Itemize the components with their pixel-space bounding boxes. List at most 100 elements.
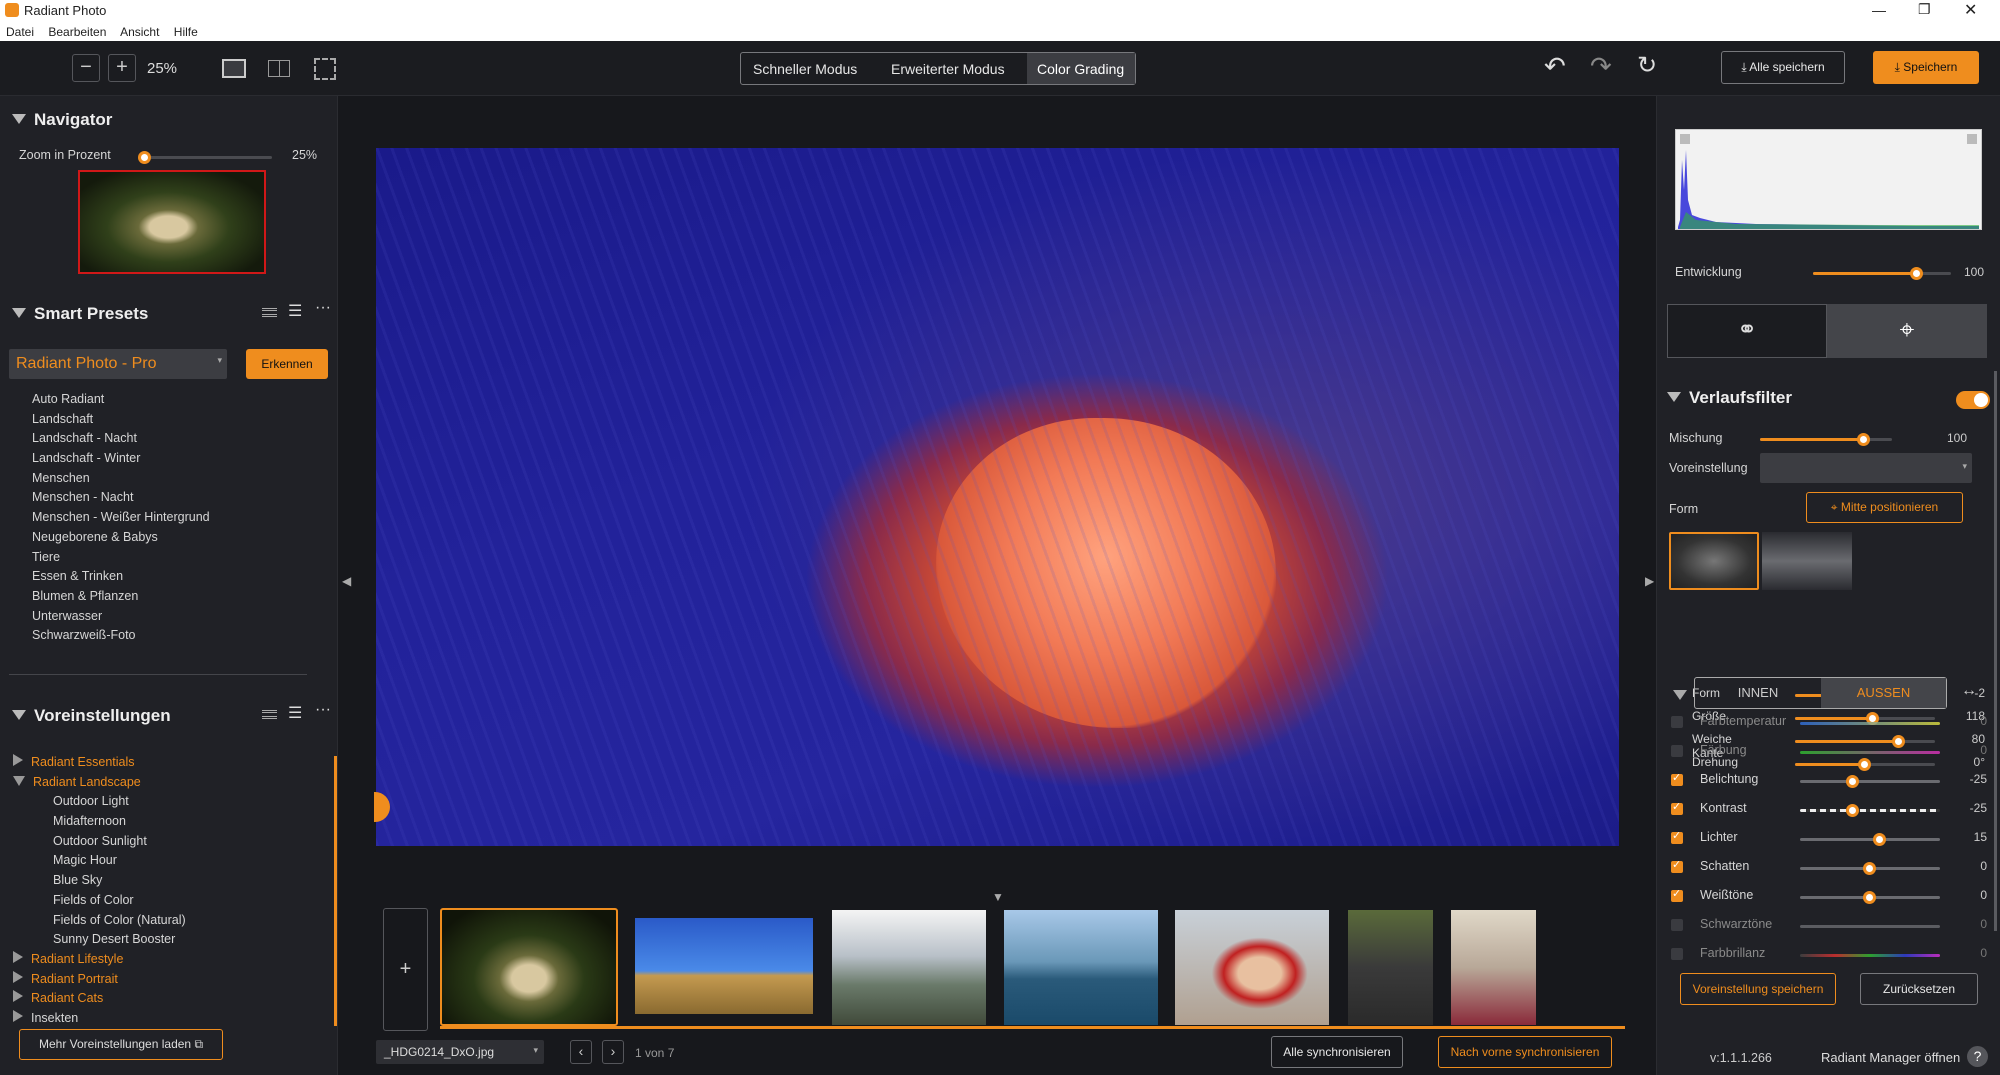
adjust-checkbox[interactable] bbox=[1671, 716, 1683, 728]
adjust-slider[interactable] bbox=[1800, 862, 1940, 875]
smart-preset-item[interactable]: Menschen bbox=[32, 469, 312, 489]
crop-view-icon[interactable] bbox=[314, 58, 336, 80]
preset-item[interactable]: Blue Sky bbox=[13, 871, 323, 891]
mix-slider[interactable] bbox=[1760, 433, 1892, 446]
adjust-checkbox[interactable] bbox=[1671, 948, 1683, 960]
collapsed-icon[interactable] bbox=[13, 950, 23, 963]
preset-group[interactable]: Insekten bbox=[13, 1009, 323, 1029]
preset-item[interactable]: Outdoor Sunlight bbox=[13, 832, 323, 852]
split-view-icon[interactable] bbox=[268, 60, 290, 77]
color-tab[interactable]: ⚭ bbox=[1667, 304, 1827, 358]
preset-item[interactable]: Magic Hour bbox=[13, 851, 323, 871]
smart-preset-item[interactable]: Schwarzweiß-Foto bbox=[32, 626, 312, 646]
mode-color-grading[interactable]: Color Grading bbox=[1027, 53, 1135, 84]
sync-forward-button[interactable]: Nach vorne synchronisieren bbox=[1438, 1036, 1612, 1068]
filmstrip-thumb-2[interactable] bbox=[635, 918, 813, 1014]
adjust-checkbox[interactable] bbox=[1671, 745, 1683, 757]
adjust-checkbox[interactable] bbox=[1671, 887, 1683, 902]
help-icon[interactable]: ? bbox=[1967, 1046, 1988, 1067]
shape-radial[interactable] bbox=[1669, 532, 1759, 590]
preset-group[interactable]: Radiant Cats bbox=[13, 989, 323, 1009]
adjust-checkbox[interactable] bbox=[1671, 771, 1683, 786]
close-icon[interactable]: ✕ bbox=[1964, 0, 1977, 20]
preset-item[interactable]: Sunny Desert Booster bbox=[13, 930, 323, 950]
preset-item[interactable]: Fields of Color (Natural) bbox=[13, 911, 323, 931]
preset-item[interactable]: Outdoor Light bbox=[13, 792, 323, 812]
smart-preset-item[interactable]: Unterwasser bbox=[32, 607, 312, 627]
detect-button[interactable]: Erkennen bbox=[246, 349, 328, 379]
more-options-icon[interactable]: ··· bbox=[315, 701, 331, 719]
development-slider[interactable] bbox=[1813, 267, 1951, 280]
list-view-icon[interactable]: ☰ bbox=[288, 301, 302, 321]
navigator-thumbnail[interactable] bbox=[78, 170, 266, 274]
smart-preset-item[interactable]: Tiere bbox=[32, 548, 312, 568]
menu-ansicht[interactable]: Ansicht bbox=[120, 25, 159, 39]
reset-button[interactable]: Zurücksetzen bbox=[1860, 973, 1978, 1005]
mode-quick[interactable]: Schneller Modus bbox=[753, 61, 857, 77]
menu-hilfe[interactable]: Hilfe bbox=[174, 25, 198, 39]
smart-presets-header[interactable]: Smart Presets bbox=[12, 304, 148, 324]
preset-group[interactable]: Radiant Lifestyle bbox=[13, 950, 323, 970]
param-slider[interactable] bbox=[1795, 712, 1935, 725]
filmstrip-thumb-7[interactable] bbox=[1451, 910, 1536, 1025]
preset-item[interactable]: Midafternoon bbox=[13, 812, 323, 832]
gradient-filter-header[interactable]: Verlaufsfilter bbox=[1667, 388, 1792, 408]
swap-icon[interactable]: ↔ bbox=[1961, 682, 1977, 700]
collapsed-icon[interactable] bbox=[13, 1009, 23, 1022]
adjust-slider[interactable] bbox=[1800, 751, 1940, 754]
next-image-button[interactable]: › bbox=[602, 1040, 624, 1064]
param-slider[interactable] bbox=[1795, 735, 1935, 748]
center-position-button[interactable]: ⌖ Mitte positionieren bbox=[1806, 492, 1963, 523]
collapse-icon[interactable] bbox=[1673, 690, 1687, 700]
filmstrip-toggle-icon[interactable]: ▼ bbox=[992, 890, 1004, 904]
prev-image-button[interactable]: ‹ bbox=[570, 1040, 592, 1064]
filename-select[interactable]: _HDG0214_DxO.jpg ▾ bbox=[376, 1040, 544, 1064]
save-button[interactable]: ⤓ Speichern bbox=[1873, 51, 1979, 84]
filter-preset-select[interactable]: ▾ bbox=[1760, 453, 1972, 483]
filmstrip-thumb-5[interactable] bbox=[1175, 910, 1329, 1025]
adjust-checkbox[interactable] bbox=[1671, 800, 1683, 815]
filmstrip-thumb-3[interactable] bbox=[832, 910, 986, 1025]
preset-group[interactable]: Radiant Essentials bbox=[13, 753, 323, 773]
gradient-filter-toggle[interactable] bbox=[1956, 391, 1990, 409]
mode-advanced[interactable]: Erweiterter Modus bbox=[891, 61, 1005, 77]
local-adjust-tab[interactable]: ⌖ bbox=[1827, 304, 1987, 358]
adjust-checkbox[interactable] bbox=[1671, 919, 1683, 931]
refresh-icon[interactable]: ↻ bbox=[1637, 51, 1657, 80]
list-view-icon[interactable]: ☰ bbox=[288, 703, 302, 723]
collapsed-icon[interactable] bbox=[13, 990, 23, 1003]
smart-preset-select[interactable]: Radiant Photo - Pro ▾ bbox=[9, 349, 227, 379]
shape-linear[interactable] bbox=[1762, 532, 1852, 590]
zoom-in-button[interactable]: + bbox=[108, 54, 136, 82]
smart-preset-item[interactable]: Menschen - Weißer Hintergrund bbox=[32, 508, 312, 528]
collapsed-icon[interactable] bbox=[13, 970, 23, 983]
tab-outside[interactable]: AUSSEN bbox=[1821, 678, 1946, 708]
filmstrip-thumb-1[interactable] bbox=[440, 908, 618, 1026]
adjust-slider[interactable] bbox=[1800, 891, 1940, 904]
navigator-zoom-slider[interactable] bbox=[138, 151, 272, 164]
smart-preset-item[interactable]: Neugeborene & Babys bbox=[32, 528, 312, 548]
single-view-icon[interactable] bbox=[222, 59, 246, 78]
maximize-icon[interactable]: ❐ bbox=[1918, 1, 1931, 18]
preset-group[interactable]: Radiant Portrait bbox=[13, 970, 323, 990]
open-manager-link[interactable]: Radiant Manager öffnen bbox=[1821, 1050, 1960, 1065]
adjust-slider[interactable] bbox=[1800, 954, 1940, 957]
preset-group[interactable]: Radiant Landscape bbox=[13, 773, 323, 793]
minimize-icon[interactable]: — bbox=[1872, 2, 1886, 18]
preset-item[interactable]: Fields of Color bbox=[13, 891, 323, 911]
zoom-out-button[interactable]: − bbox=[72, 54, 100, 82]
adjust-slider[interactable] bbox=[1800, 775, 1940, 788]
menu-bearbeiten[interactable]: Bearbeiten bbox=[48, 25, 106, 39]
sync-all-button[interactable]: Alle synchronisieren bbox=[1271, 1036, 1403, 1068]
adjust-slider[interactable] bbox=[1800, 833, 1940, 846]
load-more-presets-button[interactable]: Mehr Voreinstellungen laden ⧉ bbox=[19, 1029, 223, 1060]
smart-preset-item[interactable]: Landschaft - Winter bbox=[32, 449, 312, 469]
smart-preset-item[interactable]: Auto Radiant bbox=[32, 390, 312, 410]
shadow-clip-toggle[interactable] bbox=[1680, 134, 1690, 144]
adjust-slider[interactable] bbox=[1800, 722, 1940, 725]
highlight-clip-toggle[interactable] bbox=[1967, 134, 1977, 144]
photo-preview[interactable] bbox=[376, 148, 1619, 846]
scrollbar[interactable] bbox=[334, 756, 337, 1026]
redo-icon[interactable]: ↷ bbox=[1590, 51, 1612, 82]
save-preset-button[interactable]: Voreinstellung speichern bbox=[1680, 973, 1836, 1005]
